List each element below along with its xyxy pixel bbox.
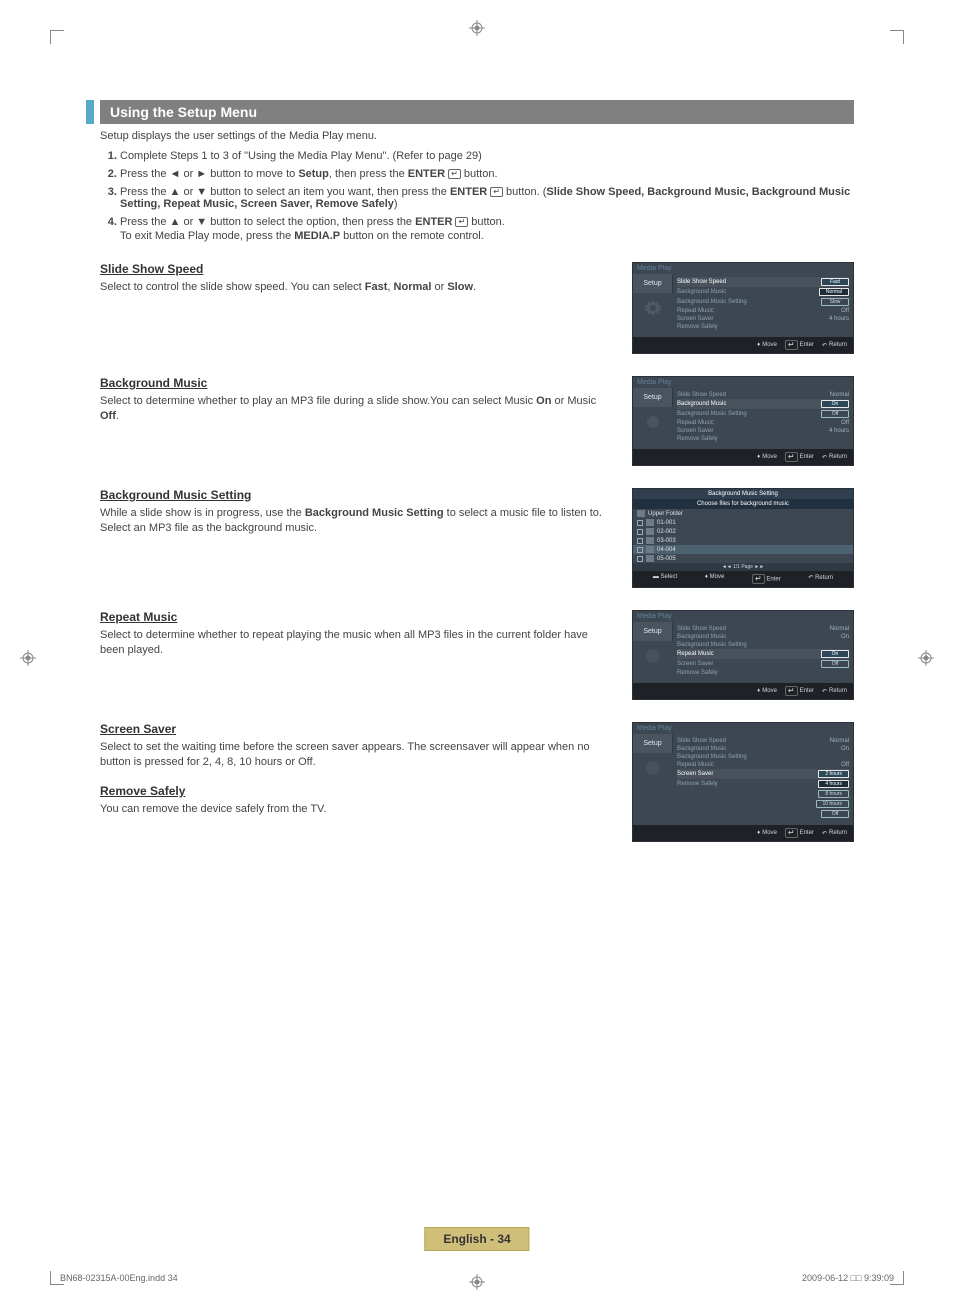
background-music-title: Background Music	[100, 376, 612, 390]
repeat-music-title: Repeat Music	[100, 610, 612, 624]
background-music-setting-title: Background Music Setting	[100, 488, 612, 502]
slide-show-speed-body: Select to control the slide show speed. …	[100, 280, 612, 295]
registration-mark-icon	[469, 1274, 485, 1290]
registration-mark-icon	[20, 650, 36, 666]
screenshot-screen-saver: Media Play Setup Slide Show SpeedNormal …	[632, 722, 854, 842]
gear-icon	[633, 407, 673, 437]
screen-saver-body: Select to set the waiting time before th…	[100, 740, 612, 770]
gear-icon	[633, 293, 673, 323]
background-music-body: Select to determine whether to play an M…	[100, 394, 612, 424]
intro-text: Setup displays the user settings of the …	[100, 130, 854, 142]
screen-saver-title: Screen Saver	[100, 722, 612, 736]
registration-mark-icon	[469, 20, 485, 36]
footer-timestamp: 2009-06-12 □□ 9:39:09	[802, 1273, 894, 1283]
screenshot-slide-show-speed: Media Play Setup Slide Show SpeedFast Ba…	[632, 262, 854, 354]
step-4-sub: To exit Media Play mode, press the MEDIA…	[120, 230, 854, 242]
step-1: Complete Steps 1 to 3 of "Using the Medi…	[120, 150, 482, 162]
music-icon	[646, 519, 654, 526]
screenshot-background-music-setting: Background Music Setting Choose files fo…	[632, 488, 854, 588]
screenshot-background-music: Media Play Setup Slide Show SpeedNormal …	[632, 376, 854, 466]
registration-mark-icon	[918, 650, 934, 666]
background-music-setting-body: While a slide show is in progress, use t…	[100, 506, 612, 536]
remove-safely-title: Remove Safely	[100, 784, 612, 798]
footer-filename: BN68-02315A-00Eng.indd 34	[60, 1273, 178, 1283]
enter-icon: ↵	[455, 217, 468, 227]
repeat-music-body: Select to determine whether to repeat pl…	[100, 628, 612, 658]
step-4: Press the ▲ or ▼ button to select the op…	[120, 216, 505, 228]
step-2: Press the ◄ or ► button to move to Setup…	[120, 168, 498, 180]
page-number: English - 34	[424, 1227, 529, 1251]
folder-icon	[637, 510, 645, 517]
enter-icon: ↵	[490, 187, 503, 197]
slide-show-speed-title: Slide Show Speed	[100, 262, 612, 276]
screenshot-repeat-music: Media Play Setup Slide Show SpeedNormal …	[632, 610, 854, 700]
remove-safely-body: You can remove the device safely from th…	[100, 802, 612, 817]
checkbox-icon	[637, 520, 643, 526]
enter-icon: ↵	[448, 169, 461, 179]
steps-list: Complete Steps 1 to 3 of "Using the Medi…	[120, 150, 854, 242]
section-heading: Using the Setup Menu	[100, 100, 854, 124]
step-3: Press the ▲ or ▼ button to select an ite…	[120, 186, 850, 210]
